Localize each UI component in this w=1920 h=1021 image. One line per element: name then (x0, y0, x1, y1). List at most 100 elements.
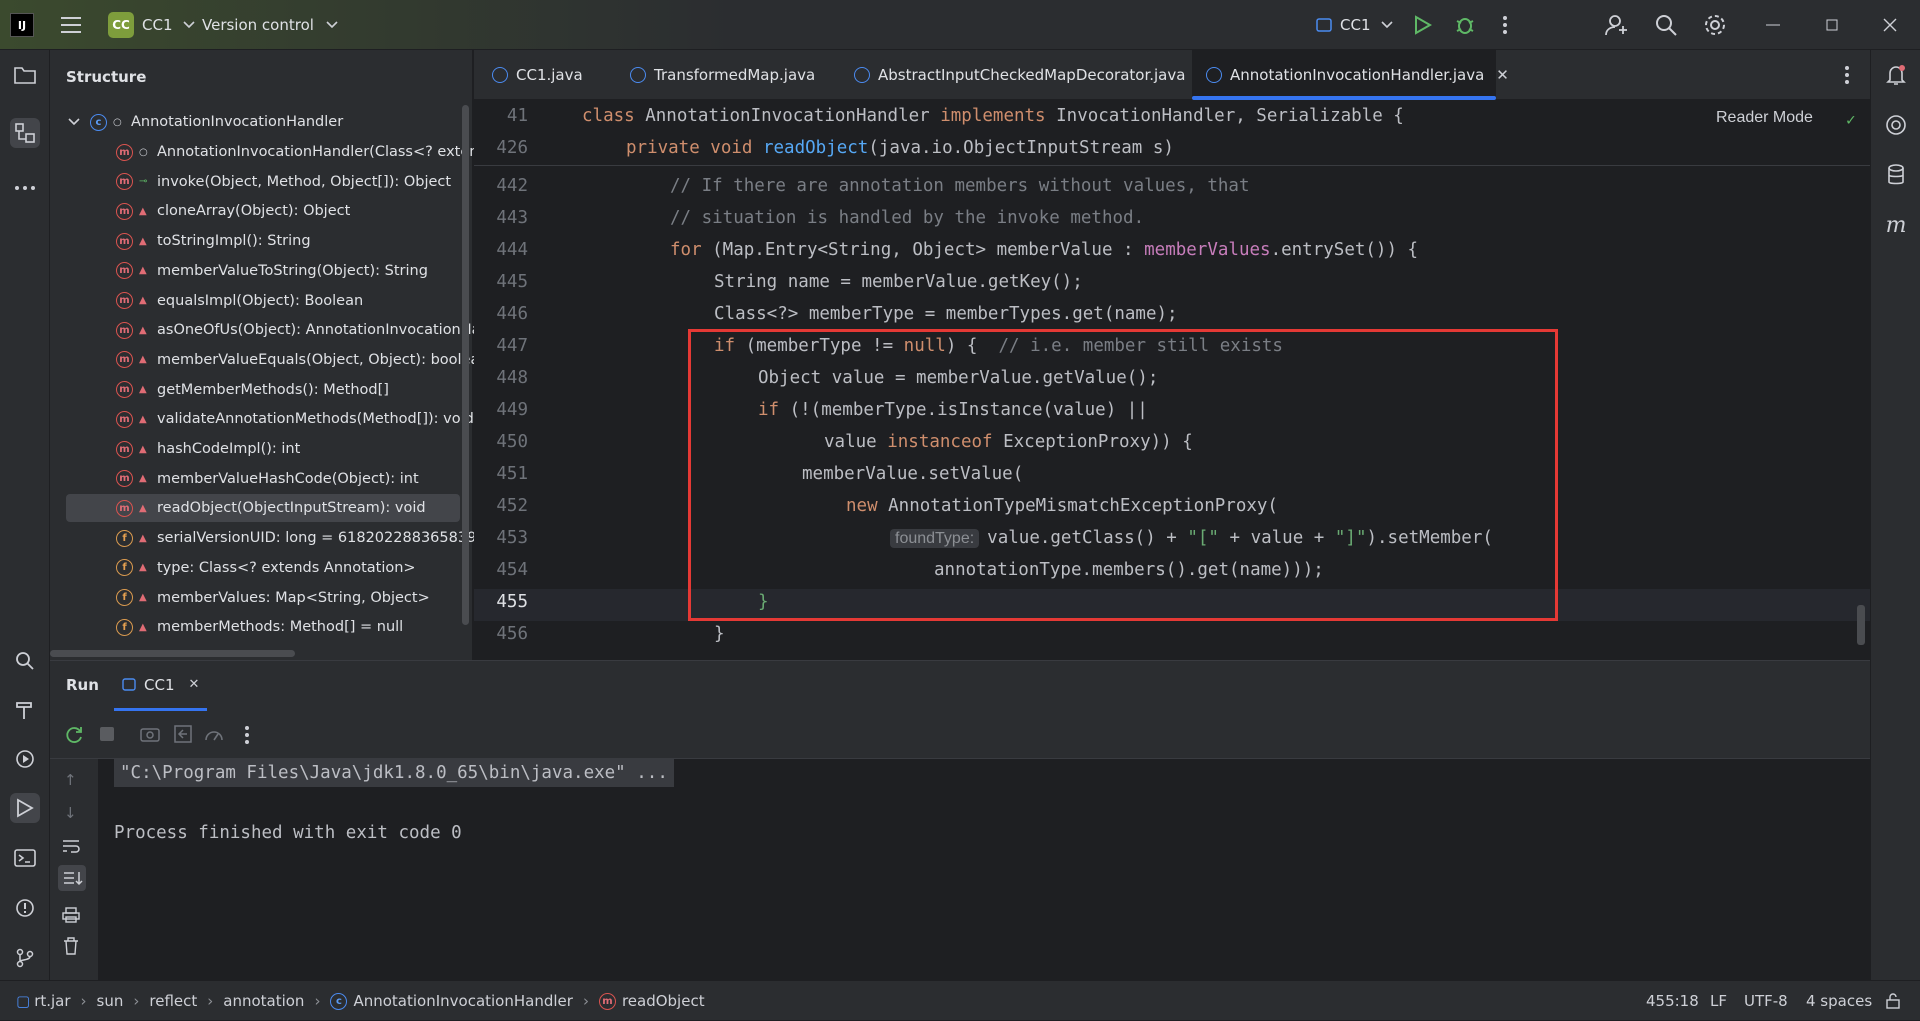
breadcrumb-item[interactable]: sun (97, 992, 124, 1010)
terminal-icon[interactable] (10, 843, 40, 873)
structure-icon[interactable] (10, 118, 40, 148)
structure-hscrollbar[interactable] (50, 650, 295, 657)
method-icon: m (116, 440, 133, 458)
rerun-icon[interactable] (64, 725, 84, 745)
close-tab-icon[interactable]: ✕ (189, 677, 200, 692)
add-user-icon[interactable] (1605, 0, 1629, 50)
line-number: 449 (496, 400, 528, 420)
tab-annotationinvocationhandler[interactable]: AnnotationInvocationHandler.java ✕ (1192, 50, 1509, 100)
run-config-icon (1316, 17, 1332, 33)
sticky-lines: 41 class AnnotationInvocationHandler imp… (474, 100, 1870, 166)
breadcrumb-item[interactable]: rt.jar (34, 992, 70, 1010)
file-encoding[interactable]: UTF-8 (1744, 981, 1788, 1021)
code-line: value instanceof ExceptionProxy)) { (824, 432, 1193, 452)
run-icon[interactable] (1414, 0, 1432, 50)
git-icon[interactable] (10, 943, 40, 973)
more-tools-icon[interactable] (10, 173, 40, 203)
method-icon: m (116, 292, 133, 309)
reader-mode-toggle[interactable]: Reader Mode (1716, 109, 1813, 127)
gear-icon[interactable] (1704, 0, 1726, 50)
lock-icon: ▲ (139, 621, 147, 633)
arrow-down-icon[interactable]: ↓ (64, 804, 77, 822)
debug-icon[interactable] (1455, 0, 1475, 50)
soft-wrap-icon[interactable] (62, 839, 80, 853)
close-icon[interactable] (1883, 0, 1897, 50)
ai-assistant-icon[interactable] (1881, 110, 1911, 140)
code-line: class AnnotationInvocationHandler implem… (582, 106, 1404, 126)
tab-abstractinputcheckedmapdecorator[interactable]: AbstractInputCheckedMapDecorator.java (840, 50, 1199, 100)
run-config-selector[interactable]: CC1 (1316, 0, 1393, 50)
restore-layout-icon[interactable] (174, 725, 192, 743)
maven-icon[interactable]: m (1881, 210, 1911, 240)
editor-scrollbar[interactable] (1857, 605, 1865, 645)
breadcrumb-item[interactable]: readObject (622, 992, 705, 1010)
vcs-selector[interactable]: Version control (202, 0, 338, 50)
code-line: } (714, 624, 725, 644)
caret-position[interactable]: 455:18 (1646, 981, 1699, 1021)
structure-scrollbar[interactable] (462, 105, 469, 625)
scroll-to-end-icon[interactable] (58, 865, 86, 891)
camera-icon[interactable] (140, 726, 160, 742)
speedometer-icon[interactable] (204, 725, 224, 743)
search-icon[interactable] (10, 646, 40, 676)
folder-icon[interactable] (10, 60, 40, 90)
app-logo-icon[interactable]: IJ (10, 0, 34, 50)
method-icon: m (116, 262, 133, 280)
code-line: private void readObject(java.io.ObjectIn… (626, 138, 1174, 158)
run-tool-icon[interactable] (10, 793, 40, 823)
structure-item-label: invoke(Object, Method, Object[]): Object (157, 173, 452, 190)
class-icon (1206, 67, 1222, 83)
line-number: 444 (496, 240, 528, 260)
method-icon: m (116, 232, 133, 250)
method-icon: m (598, 992, 616, 1010)
lock-icon: ▲ (139, 592, 147, 603)
more-tabs-icon[interactable] (1844, 65, 1850, 85)
project-selector[interactable]: CC CC1 (108, 0, 195, 50)
lock-icon[interactable] (1886, 981, 1900, 1021)
code-line: Class<?> memberType = memberTypes.get(na… (714, 304, 1178, 324)
method-icon: m (116, 381, 133, 399)
code-editor[interactable]: 41 class AnnotationInvocationHandler imp… (474, 100, 1870, 660)
line-number: 455 (496, 592, 528, 612)
more-actions-icon[interactable] (1502, 0, 1508, 50)
structure-item-label: type: Class<? extends Annotation> (157, 559, 416, 576)
notifications-icon[interactable] (1881, 60, 1911, 90)
trash-icon[interactable] (63, 937, 79, 955)
structure-item[interactable]: m ▲ readObject(ObjectInputStream): void (66, 494, 460, 523)
database-icon[interactable] (1881, 160, 1911, 190)
breadcrumb-item[interactable]: annotation (223, 992, 304, 1010)
services-icon[interactable] (10, 744, 40, 774)
class-icon (630, 67, 646, 83)
left-tool-strip (0, 50, 50, 980)
chevron-down-icon (68, 118, 80, 126)
minimize-icon[interactable] (1766, 0, 1780, 50)
problems-icon[interactable] (10, 893, 40, 923)
structure-root[interactable]: c ○ AnnotationInvocationHandler (68, 108, 478, 136)
structure-item-label: memberValueToString(Object): String (157, 262, 428, 279)
line-number: 446 (496, 304, 528, 324)
indent-setting[interactable]: 4 spaces (1806, 981, 1872, 1021)
line-number: 447 (496, 336, 528, 356)
run-tab-cc1[interactable]: CC1 ✕ (114, 661, 208, 711)
run-config-name: CC1 (1340, 16, 1371, 34)
method-icon: m (116, 321, 133, 339)
tab-transformedmap[interactable]: TransformedMap.java (616, 50, 829, 100)
close-tab-icon[interactable]: ✕ (1496, 66, 1509, 84)
status-bar: ▢ rt.jar › sun › reflect › annotation › … (0, 980, 1920, 1020)
lock-icon: ▲ (139, 205, 147, 217)
code-line: if (!(memberType.isInstance(value) || (758, 400, 1148, 420)
search-icon[interactable] (1655, 0, 1677, 50)
arrow-up-icon[interactable]: ↑ (64, 771, 77, 789)
breadcrumb-item[interactable]: reflect (149, 992, 197, 1010)
line-separator[interactable]: LF (1710, 981, 1727, 1021)
stop-icon[interactable] (100, 727, 114, 741)
class-icon (492, 67, 508, 83)
breadcrumb-item[interactable]: AnnotationInvocationHandler (353, 992, 572, 1010)
build-icon[interactable] (10, 695, 40, 725)
structure-item-label: memberValueEquals(Object, Object): boole… (157, 351, 489, 368)
maximize-icon[interactable] (1826, 0, 1838, 50)
more-icon[interactable] (244, 725, 250, 745)
main-menu-icon[interactable] (60, 0, 82, 50)
print-icon[interactable] (62, 907, 80, 923)
tab-cc1[interactable]: CC1.java (478, 50, 597, 100)
